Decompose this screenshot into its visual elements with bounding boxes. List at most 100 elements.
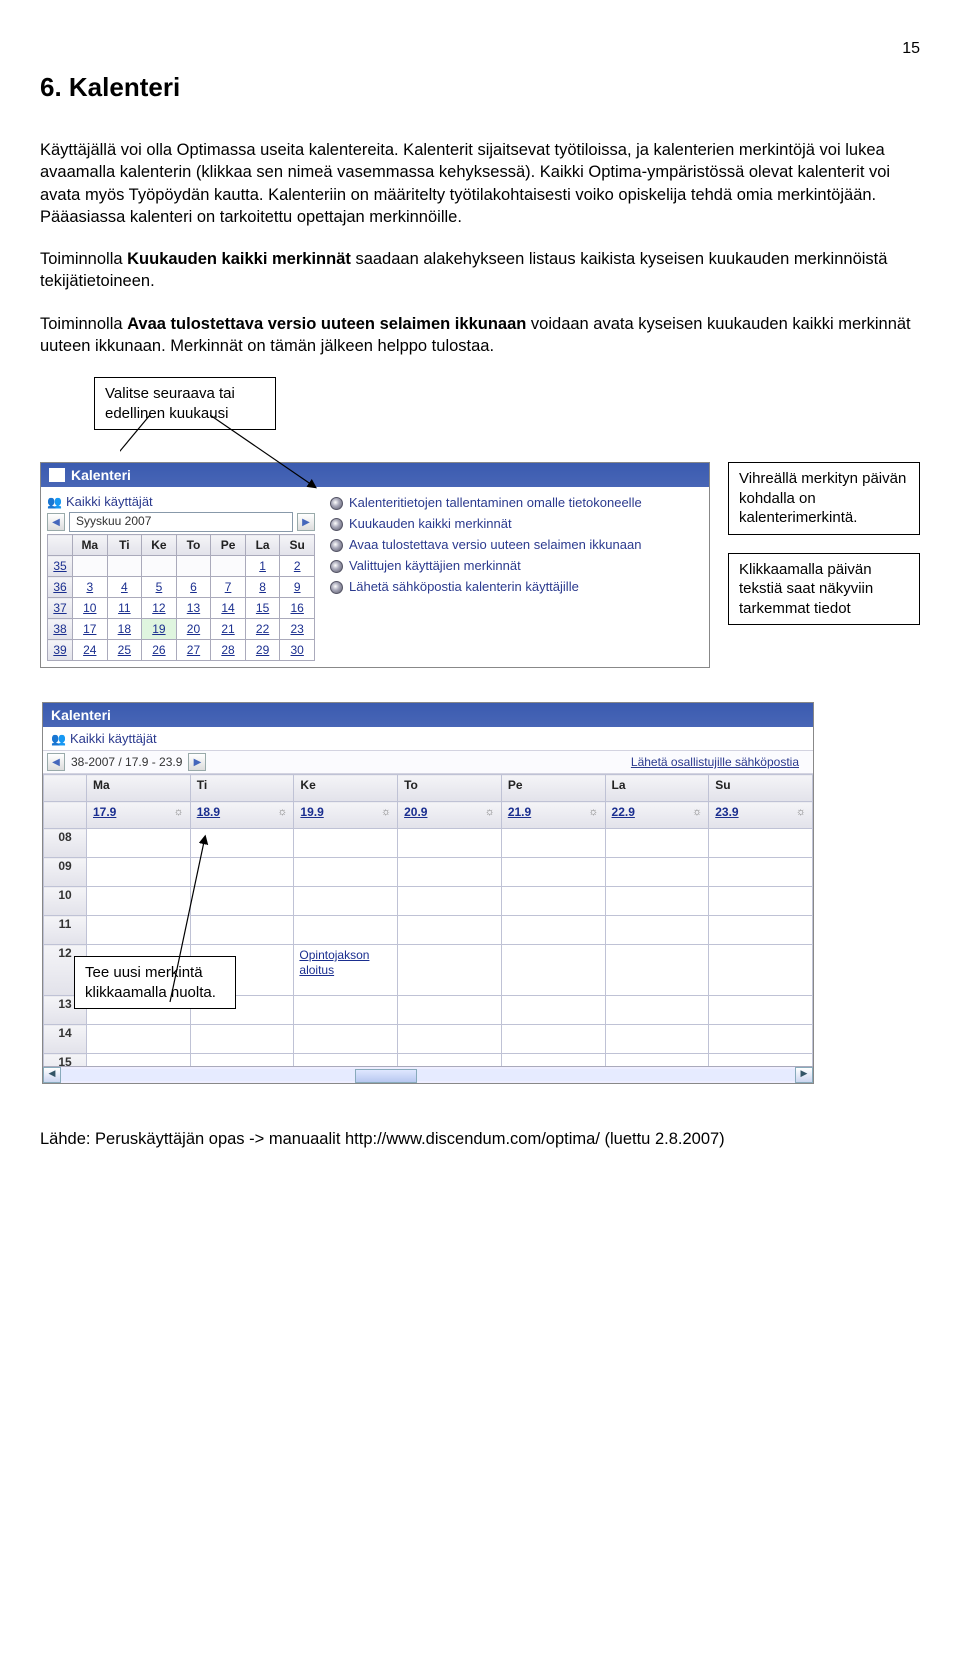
time-slot[interactable] xyxy=(294,887,398,916)
time-slot[interactable] xyxy=(190,829,294,858)
calendar-day[interactable]: 2 xyxy=(280,556,315,577)
calendar-day[interactable]: 23 xyxy=(280,619,315,640)
time-slot[interactable] xyxy=(294,996,398,1025)
prev-month-button[interactable]: ◀ xyxy=(47,513,65,531)
time-slot[interactable] xyxy=(605,829,709,858)
calendar-event[interactable]: Opintojakson aloitus xyxy=(295,946,396,980)
time-slot[interactable] xyxy=(709,887,813,916)
time-slot[interactable] xyxy=(501,858,605,887)
time-slot[interactable] xyxy=(605,945,709,996)
calendar-day[interactable]: 16 xyxy=(280,598,315,619)
week-day-header[interactable]: 22.9☼ xyxy=(605,802,709,829)
time-slot[interactable]: Opintojakson aloitus xyxy=(294,945,398,996)
calendar-day[interactable]: 19 xyxy=(142,619,177,640)
new-entry-icon[interactable]: ☼ xyxy=(381,806,391,818)
new-entry-icon[interactable]: ☼ xyxy=(796,806,806,818)
calendar-day[interactable]: 14 xyxy=(211,598,246,619)
calendar-day[interactable]: 28 xyxy=(211,640,246,661)
new-entry-icon[interactable]: ☼ xyxy=(174,806,184,818)
calendar-action-link[interactable]: Lähetä sähköpostia kalenterin käyttäjill… xyxy=(330,578,703,597)
calendar-day[interactable]: 18 xyxy=(107,619,142,640)
week-number[interactable]: 35 xyxy=(48,556,73,577)
time-slot[interactable] xyxy=(87,887,191,916)
time-slot[interactable] xyxy=(709,916,813,945)
time-slot[interactable] xyxy=(398,945,502,996)
new-entry-icon[interactable]: ☼ xyxy=(692,806,702,818)
time-slot[interactable] xyxy=(294,858,398,887)
time-slot[interactable] xyxy=(398,887,502,916)
time-slot[interactable] xyxy=(190,858,294,887)
time-slot[interactable] xyxy=(87,829,191,858)
week-day-header[interactable]: 23.9☼ xyxy=(709,802,813,829)
time-slot[interactable] xyxy=(501,887,605,916)
time-slot[interactable] xyxy=(501,945,605,996)
next-month-button[interactable]: ▶ xyxy=(297,513,315,531)
calendar-day[interactable]: 13 xyxy=(176,598,211,619)
week-day-header[interactable]: 17.9☼ xyxy=(87,802,191,829)
new-entry-icon[interactable]: ☼ xyxy=(485,806,495,818)
month-field[interactable]: Syyskuu 2007 xyxy=(69,512,293,532)
calendar-day[interactable]: 29 xyxy=(245,640,280,661)
time-slot[interactable] xyxy=(605,1025,709,1054)
calendar-day[interactable]: 21 xyxy=(211,619,246,640)
calendar-day[interactable]: 4 xyxy=(107,577,142,598)
time-slot[interactable] xyxy=(605,858,709,887)
calendar-day[interactable]: 9 xyxy=(280,577,315,598)
time-slot[interactable] xyxy=(605,887,709,916)
calendar-day[interactable]: 25 xyxy=(107,640,142,661)
week-day-header[interactable]: 19.9☼ xyxy=(294,802,398,829)
calendar-day[interactable]: 26 xyxy=(142,640,177,661)
calendar-day[interactable]: 10 xyxy=(73,598,108,619)
calendar-day[interactable]: 3 xyxy=(73,577,108,598)
week-number[interactable]: 37 xyxy=(48,598,73,619)
prev-week-button[interactable]: ◀ xyxy=(47,753,65,771)
week-number[interactable]: 36 xyxy=(48,577,73,598)
time-slot[interactable] xyxy=(605,916,709,945)
time-slot[interactable] xyxy=(190,887,294,916)
send-mail-link[interactable]: Lähetä osallistujille sähköpostia xyxy=(631,755,809,769)
time-slot[interactable] xyxy=(398,858,502,887)
week-number[interactable]: 38 xyxy=(48,619,73,640)
time-slot[interactable] xyxy=(294,829,398,858)
calendar-day[interactable]: 17 xyxy=(73,619,108,640)
calendar-day[interactable]: 22 xyxy=(245,619,280,640)
calendar-action-link[interactable]: Kalenteritietojen tallentaminen omalle t… xyxy=(330,494,703,513)
time-slot[interactable] xyxy=(87,1025,191,1054)
calendar-day[interactable]: 1 xyxy=(245,556,280,577)
scroll-right-button[interactable]: ▶ xyxy=(795,1067,813,1083)
calendar-day[interactable]: 7 xyxy=(211,577,246,598)
time-slot[interactable] xyxy=(501,996,605,1025)
time-slot[interactable] xyxy=(709,996,813,1025)
calendar-action-link[interactable]: Valittujen käyttäjien merkinnät xyxy=(330,557,703,576)
calendar-day[interactable]: 15 xyxy=(245,598,280,619)
week-day-header[interactable]: 18.9☼ xyxy=(190,802,294,829)
time-slot[interactable] xyxy=(501,1025,605,1054)
calendar-day[interactable]: 20 xyxy=(176,619,211,640)
time-slot[interactable] xyxy=(501,829,605,858)
time-slot[interactable] xyxy=(398,829,502,858)
next-week-button[interactable]: ▶ xyxy=(188,753,206,771)
calendar-day[interactable]: 24 xyxy=(73,640,108,661)
time-slot[interactable] xyxy=(501,916,605,945)
week-day-header[interactable]: 20.9☼ xyxy=(398,802,502,829)
time-slot[interactable] xyxy=(398,916,502,945)
scroll-left-button[interactable]: ◀ xyxy=(43,1067,61,1083)
users-selector-week[interactable]: 👥 Kaikki käyttäjät xyxy=(43,727,813,750)
time-slot[interactable] xyxy=(398,1025,502,1054)
calendar-day[interactable]: 12 xyxy=(142,598,177,619)
scrollbar-thumb[interactable] xyxy=(355,1069,417,1083)
time-slot[interactable] xyxy=(605,996,709,1025)
new-entry-icon[interactable]: ☼ xyxy=(588,806,598,818)
calendar-day[interactable]: 8 xyxy=(245,577,280,598)
calendar-action-link[interactable]: Avaa tulostettava versio uuteen selaimen… xyxy=(330,536,703,555)
time-slot[interactable] xyxy=(709,858,813,887)
new-entry-icon[interactable]: ☼ xyxy=(277,806,287,818)
time-slot[interactable] xyxy=(398,996,502,1025)
horizontal-scrollbar[interactable]: ◀ ▶ xyxy=(43,1066,813,1083)
calendar-day[interactable]: 6 xyxy=(176,577,211,598)
time-slot[interactable] xyxy=(294,916,398,945)
time-slot[interactable] xyxy=(190,1025,294,1054)
time-slot[interactable] xyxy=(87,916,191,945)
time-slot[interactable] xyxy=(294,1025,398,1054)
time-slot[interactable] xyxy=(709,1025,813,1054)
